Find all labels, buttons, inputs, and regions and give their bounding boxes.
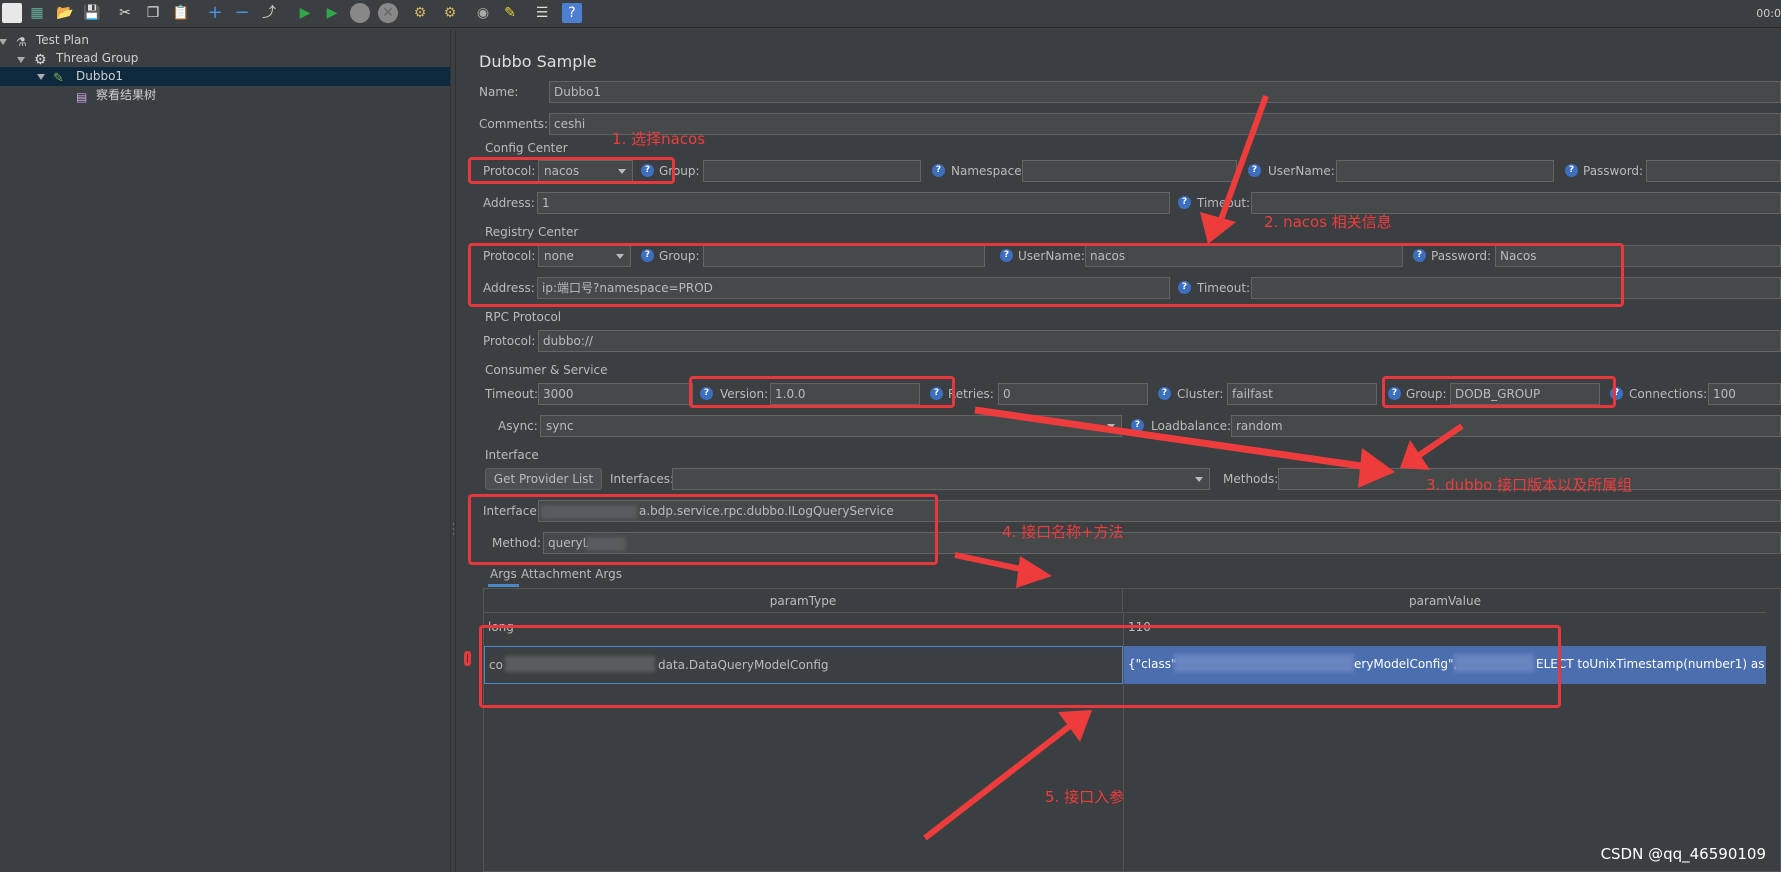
- annotation-5: 5. 接口入参: [1045, 788, 1125, 806]
- arrow-5-head: [1058, 710, 1092, 742]
- arrow-4-head: [1016, 556, 1052, 588]
- annotation-1: 1. 选择nacos: [612, 130, 706, 148]
- arrow-3b-head: [1400, 440, 1430, 470]
- arrow-3a-head: [1358, 448, 1395, 488]
- annotation-4: 4. 接口名称+方法: [1002, 523, 1124, 541]
- arrow-3b: [1413, 423, 1464, 461]
- annotation-2: 2. nacos 相关信息: [1264, 213, 1392, 231]
- arrow-3a: [974, 406, 1376, 472]
- annotation-arrows: [923, 94, 1464, 841]
- arrow-5: [923, 719, 1077, 841]
- arrow-2: [1215, 94, 1269, 230]
- annotation-3: 3. dubbo 接口版本以及所属组: [1426, 476, 1633, 494]
- watermark: CSDN @qq_46590109: [1600, 845, 1766, 863]
- arrow-2-head: [1200, 212, 1236, 244]
- jmeter-window: ▦ 📂 💾 ✂ ❐ 📋 + − ⤴ ▶ ▶ ✕ ⚙ ⚙ ◉ ✎ ☰ ? 00:0…: [0, 0, 1781, 872]
